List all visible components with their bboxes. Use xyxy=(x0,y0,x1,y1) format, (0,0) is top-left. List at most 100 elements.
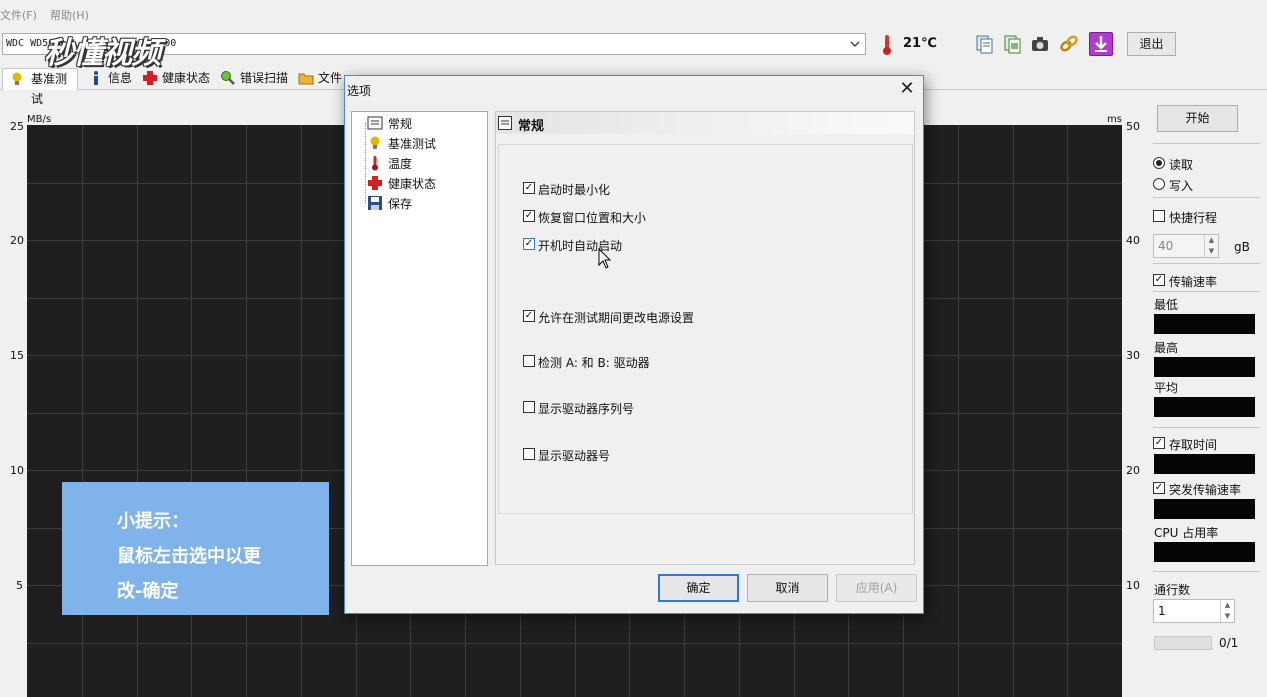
shortstroke-value: 40 xyxy=(1158,239,1174,253)
left-tick: 10 xyxy=(10,464,24,477)
start-button[interactable]: 开始 xyxy=(1157,105,1238,132)
panel-header: 常规 xyxy=(496,112,914,134)
option-label: 允许在测试期间更改电源设置 xyxy=(538,311,695,325)
menu-bar: 文件(F) 帮助(H) xyxy=(0,0,1267,26)
camera-icon[interactable] xyxy=(1028,32,1052,56)
progress-bar xyxy=(1154,636,1212,650)
copy-image-icon[interactable] xyxy=(1000,32,1024,56)
general-settings-panel: 常规 ✓ 启动时最小化 ✓ 恢复窗口位置和大小 ✓ 开机时自动启动 ✓ 允许在测… xyxy=(495,111,915,565)
write-radio[interactable] xyxy=(1153,178,1165,190)
info-icon xyxy=(94,71,98,85)
divider xyxy=(1153,427,1260,428)
tip-box: 小提示： 鼠标左击选中以更 改-确定 xyxy=(62,482,329,615)
chevron-down-icon xyxy=(850,41,860,47)
tree-item-general[interactable]: 常规 xyxy=(388,115,412,132)
avg-label: 平均 xyxy=(1154,381,1179,395)
cancel-button[interactable]: 取消 xyxy=(747,574,828,602)
apply-button[interactable]: 应用(A) xyxy=(836,574,917,602)
tip-line: 鼠标左击选中以更 xyxy=(117,546,261,567)
option-label: 启动时最小化 xyxy=(538,183,611,197)
benchmark-controls: 开始 读取 写入 快捷行程 40 ▲ ▼ gB ✓ 传输速率 最低 最高 平均 ✓… xyxy=(1138,95,1267,697)
chain-link-icon[interactable] xyxy=(1057,32,1081,56)
download-icon[interactable] xyxy=(1089,32,1113,56)
tree-connector xyxy=(365,123,366,203)
option-checkbox[interactable] xyxy=(523,401,535,413)
save-disk-icon xyxy=(368,196,382,210)
option-checkbox[interactable] xyxy=(523,355,535,367)
option-label: 检测 A: 和 B: 驱动器 xyxy=(538,356,650,370)
ok-button[interactable]: 确定 xyxy=(658,574,739,602)
read-label: 读取 xyxy=(1169,158,1194,172)
tab-file[interactable]: 文件 xyxy=(290,68,346,90)
copy-text-icon[interactable] xyxy=(972,32,996,56)
max-value-box xyxy=(1154,357,1255,377)
left-tick: 15 xyxy=(10,349,24,362)
access-time-checkbox[interactable]: ✓ xyxy=(1153,437,1165,449)
mouse-cursor-icon xyxy=(598,248,612,269)
option-checkbox[interactable]: ✓ xyxy=(523,210,535,222)
divider xyxy=(1153,571,1260,572)
avg-value-box xyxy=(1154,397,1255,417)
passes-value: 1 xyxy=(1158,604,1166,618)
tab-info-label: 信息 xyxy=(108,71,133,85)
health-cross-icon xyxy=(143,71,157,85)
watermark-logo: 秒懂视频 xyxy=(44,36,161,71)
lightbulb-icon xyxy=(12,72,22,85)
tab-benchmark-label: 基准测试 xyxy=(31,72,68,106)
close-icon[interactable]: ✕ xyxy=(897,79,917,99)
right-axis-unit: ms xyxy=(1107,114,1122,125)
divider xyxy=(1153,143,1260,144)
toolbar: WDC WD50 (500 21℃ 退出 xyxy=(0,28,1267,60)
option-checkbox[interactable]: ✓ xyxy=(523,310,535,322)
dialog-title: 选项 xyxy=(347,84,372,98)
tab-health-label: 健康状态 xyxy=(162,71,211,85)
tree-item-health[interactable]: 健康状态 xyxy=(388,175,436,192)
stepper-arrows-icon[interactable]: ▲ ▼ xyxy=(1220,600,1234,622)
menu-help[interactable]: 帮助(H) xyxy=(50,7,89,23)
max-label: 最高 xyxy=(1154,341,1179,355)
lightbulb-icon xyxy=(370,136,380,149)
stepper-arrows-icon[interactable]: ▲ ▼ xyxy=(1204,235,1218,257)
thermometer-icon xyxy=(883,35,891,55)
shortstroke-unit: gB xyxy=(1234,240,1250,254)
temperature-readout: 21℃ xyxy=(903,36,937,51)
cpu-usage-box xyxy=(1154,542,1255,562)
option-label: 恢复窗口位置和大小 xyxy=(538,211,647,225)
divider xyxy=(1153,197,1260,198)
tree-item-benchmark[interactable]: 基准测试 xyxy=(388,135,436,152)
burst-rate-checkbox[interactable]: ✓ xyxy=(1153,482,1165,494)
options-tree: 常规 基准测试 温度 健康状态 保存 xyxy=(351,111,488,566)
tree-item-temperature[interactable]: 温度 xyxy=(388,155,412,172)
tab-error-scan-label: 错误扫描 xyxy=(240,71,289,85)
grid-line xyxy=(1013,125,1014,697)
passes-stepper[interactable]: 1 ▲ ▼ xyxy=(1153,599,1235,623)
tree-item-save[interactable]: 保存 xyxy=(388,195,412,212)
magnifier-icon xyxy=(221,71,235,85)
exit-button[interactable]: 退出 xyxy=(1127,32,1176,56)
left-axis-unit: MB/s xyxy=(27,114,52,125)
read-radio[interactable] xyxy=(1153,157,1165,169)
left-tick: 5 xyxy=(16,579,23,592)
shortstroke-checkbox[interactable] xyxy=(1153,210,1165,222)
tab-error-scan[interactable]: 错误扫描 xyxy=(212,68,290,90)
divider xyxy=(1153,263,1260,264)
access-time-label: 存取时间 xyxy=(1169,438,1218,452)
menu-file[interactable]: 文件(F) xyxy=(0,7,37,23)
health-cross-icon xyxy=(368,176,382,190)
grid-line xyxy=(1067,125,1068,697)
option-checkbox[interactable]: ✓ xyxy=(523,182,535,194)
burst-rate-box xyxy=(1154,499,1255,519)
option-checkbox[interactable]: ✓ xyxy=(523,238,535,250)
general-settings-icon xyxy=(367,116,383,130)
option-checkbox[interactable] xyxy=(523,448,535,460)
min-label: 最低 xyxy=(1154,298,1179,312)
thermometer-icon xyxy=(372,156,378,171)
divider xyxy=(1153,291,1260,292)
shortstroke-stepper[interactable]: 40 ▲ ▼ xyxy=(1153,234,1219,258)
passes-label: 通行数 xyxy=(1154,583,1191,597)
grid-line xyxy=(958,125,959,697)
progress-text: 0/1 xyxy=(1219,636,1239,650)
options-dialog: 选项 ✕ 常规 基准测试 温度 健康状态 保存 常规 ✓ 启动时最小化 ✓ 恢复… xyxy=(344,75,924,614)
tab-file-label: 文件 xyxy=(318,71,343,85)
transfer-rate-checkbox[interactable]: ✓ xyxy=(1153,274,1165,286)
